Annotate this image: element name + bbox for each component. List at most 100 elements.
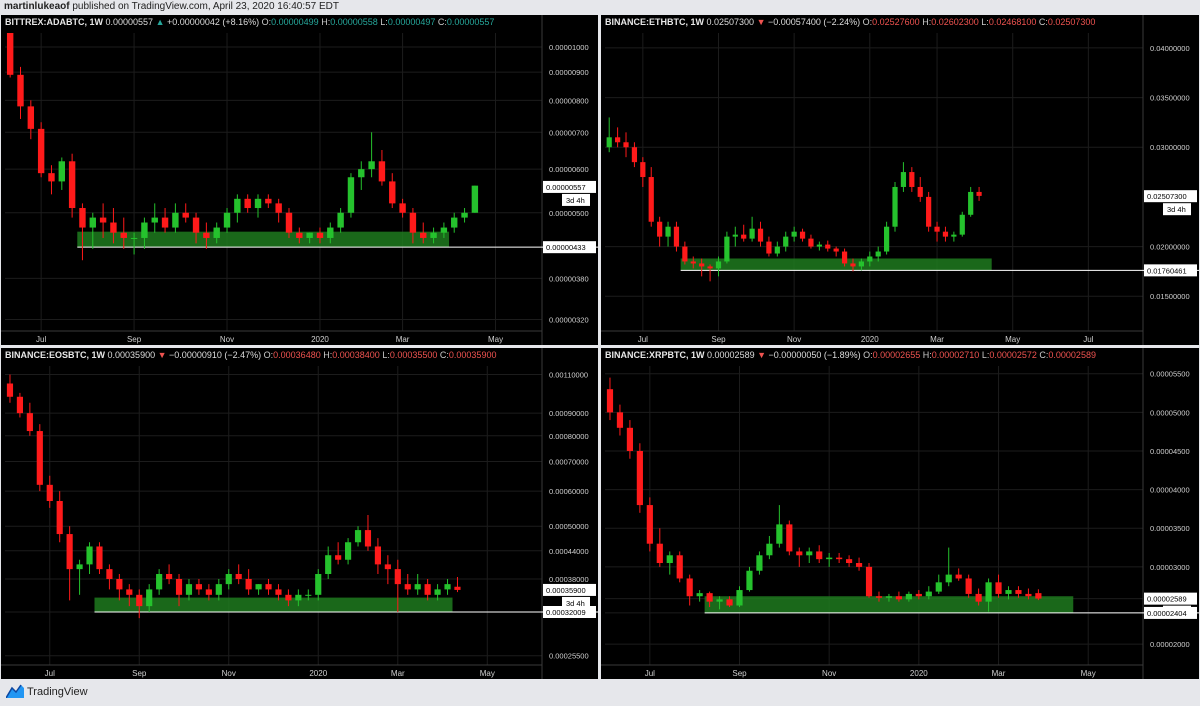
- candle-body: [275, 589, 282, 595]
- symbol-label[interactable]: BINANCE:XRPBTC, 1W: [605, 350, 705, 360]
- candlestick-chart[interactable]: 0.00001000 0.00000900 0.00000800 0.00000700…: [1, 15, 598, 345]
- candle-body: [451, 217, 458, 228]
- candle-body: [368, 161, 375, 170]
- y-tick-label: 0.00038000: [549, 575, 589, 584]
- candle-body: [46, 484, 53, 502]
- candle-body: [656, 543, 663, 564]
- candlestick-chart[interactable]: 0.04000000 0.03500000 0.03000000 0.02000000…: [601, 15, 1199, 345]
- candle-body: [945, 574, 952, 583]
- candle-body: [364, 530, 372, 547]
- candle-body: [833, 248, 839, 252]
- x-tick-label: May: [1081, 669, 1096, 678]
- candle-body: [935, 582, 942, 592]
- candle-body: [791, 231, 797, 237]
- candle-body: [757, 228, 764, 242]
- candle-body: [172, 212, 179, 228]
- tradingview-logo-icon[interactable]: [6, 684, 24, 698]
- candle-body: [699, 263, 705, 267]
- author-name[interactable]: martinlukeaof: [4, 1, 70, 12]
- candle-body: [245, 578, 252, 590]
- y-tick-label: 0.00001000: [549, 43, 589, 52]
- candle-body: [816, 244, 822, 247]
- candle-body: [225, 574, 232, 585]
- x-tick-label: Sep: [711, 335, 726, 344]
- candle-body: [631, 147, 638, 163]
- last-price: 0.00000557: [105, 17, 154, 27]
- x-tick-label: Mar: [930, 335, 944, 344]
- candle-body: [414, 584, 421, 590]
- candle-body: [1015, 590, 1022, 594]
- candlestick-chart[interactable]: 0.00110000 0.00090000 0.00080000 0.00070000…: [1, 348, 598, 679]
- candle-body: [836, 557, 843, 560]
- y-tick-label: 0.00004500: [1150, 447, 1190, 456]
- chart-panel-adabtc[interactable]: BITTREX:ADABTC, 1W 0.00000557 ▲ +0.00000…: [1, 15, 598, 345]
- candle-body: [749, 228, 755, 239]
- chart-panel-xrpbtc[interactable]: BINANCE:XRPBTC, 1W 0.00002589 ▼ −0.00000…: [601, 348, 1199, 679]
- candle-body: [434, 589, 441, 595]
- last-price: 0.02507300: [706, 17, 755, 27]
- chart-panel-eosbtc[interactable]: BINANCE:EOSBTC, 1W 0.00035900 ▼ −0.00000…: [1, 348, 598, 679]
- y-tick-label: 0.03000000: [1150, 143, 1190, 152]
- candle-body: [885, 596, 893, 598]
- legend-header: BINANCE:EOSBTC, 1W 0.00035900 ▼ −0.00000…: [5, 350, 497, 360]
- candle-body: [96, 546, 103, 570]
- candle-body: [724, 236, 730, 262]
- candle-body: [1035, 593, 1042, 599]
- candle-body: [182, 212, 189, 218]
- candle-body: [606, 137, 612, 148]
- candle-body: [816, 551, 823, 560]
- x-tick-label: 2020: [861, 335, 879, 344]
- candle-body: [265, 584, 272, 590]
- x-tick-label: Mar: [396, 335, 410, 344]
- candle-body: [26, 413, 33, 432]
- x-tick-label: Jul: [638, 335, 648, 344]
- chart-panel-ethbtc[interactable]: BINANCE:ETHBTC, 1W 0.02507300 ▼ −0.00057…: [601, 15, 1199, 345]
- symbol-label[interactable]: BITTREX:ADABTC, 1W: [5, 17, 103, 27]
- candle-body: [244, 198, 251, 209]
- candle-body: [404, 584, 411, 590]
- y-tick-label: 0.00003000: [1150, 563, 1190, 572]
- candle-body: [636, 450, 643, 506]
- y-tick-label: 0.00110000: [549, 371, 588, 380]
- candle-body: [48, 173, 55, 182]
- publish-info: published on TradingView.com, April 23, …: [72, 1, 340, 12]
- candle-body: [99, 217, 107, 223]
- candle-body: [975, 593, 982, 602]
- candle-body: [965, 578, 972, 594]
- candle-body: [895, 596, 902, 600]
- publish-header: martinlukeaof published on TradingView.c…: [0, 0, 1200, 14]
- candle-body: [884, 226, 890, 252]
- last-price: 0.00035900: [107, 350, 156, 360]
- candle-body: [905, 593, 912, 600]
- symbol-label[interactable]: BINANCE:ETHBTC, 1W: [605, 17, 704, 27]
- candle-body: [955, 574, 962, 579]
- x-tick-label: Nov: [220, 335, 234, 344]
- y-tick-label: 0.00000320: [549, 316, 589, 325]
- x-tick-label: 2020: [910, 669, 928, 678]
- candle-body: [808, 238, 814, 247]
- candle-body: [420, 232, 427, 238]
- candle-body: [666, 555, 673, 564]
- change-arrow-icon: ▼: [157, 350, 167, 360]
- candle-body: [976, 191, 982, 196]
- candle-body: [756, 555, 763, 571]
- candle-body: [130, 237, 138, 239]
- price-tag-label: 0.02507300: [1147, 192, 1187, 201]
- candle-body: [17, 74, 24, 107]
- low-value: 0.00035500: [389, 350, 438, 360]
- candle-body: [917, 186, 923, 197]
- change-value: −0.00000910 (−2.47%): [169, 350, 262, 360]
- candle-body: [316, 232, 324, 238]
- candle-body: [36, 431, 43, 485]
- brand-name[interactable]: TradingView: [27, 686, 88, 698]
- symbol-label[interactable]: BINANCE:EOSBTC, 1W: [5, 350, 105, 360]
- x-tick-label: Nov: [822, 669, 836, 678]
- y-tick-label: 0.00000600: [549, 165, 589, 174]
- high-value: 0.00038400: [332, 350, 380, 360]
- candle-body: [995, 582, 1002, 594]
- candlestick-chart[interactable]: 0.00005500 0.00005000 0.00004500 0.00004000…: [601, 348, 1199, 679]
- candle-body: [855, 563, 863, 567]
- candle-body: [409, 212, 417, 233]
- candle-body: [900, 172, 907, 187]
- candle-body: [378, 161, 386, 182]
